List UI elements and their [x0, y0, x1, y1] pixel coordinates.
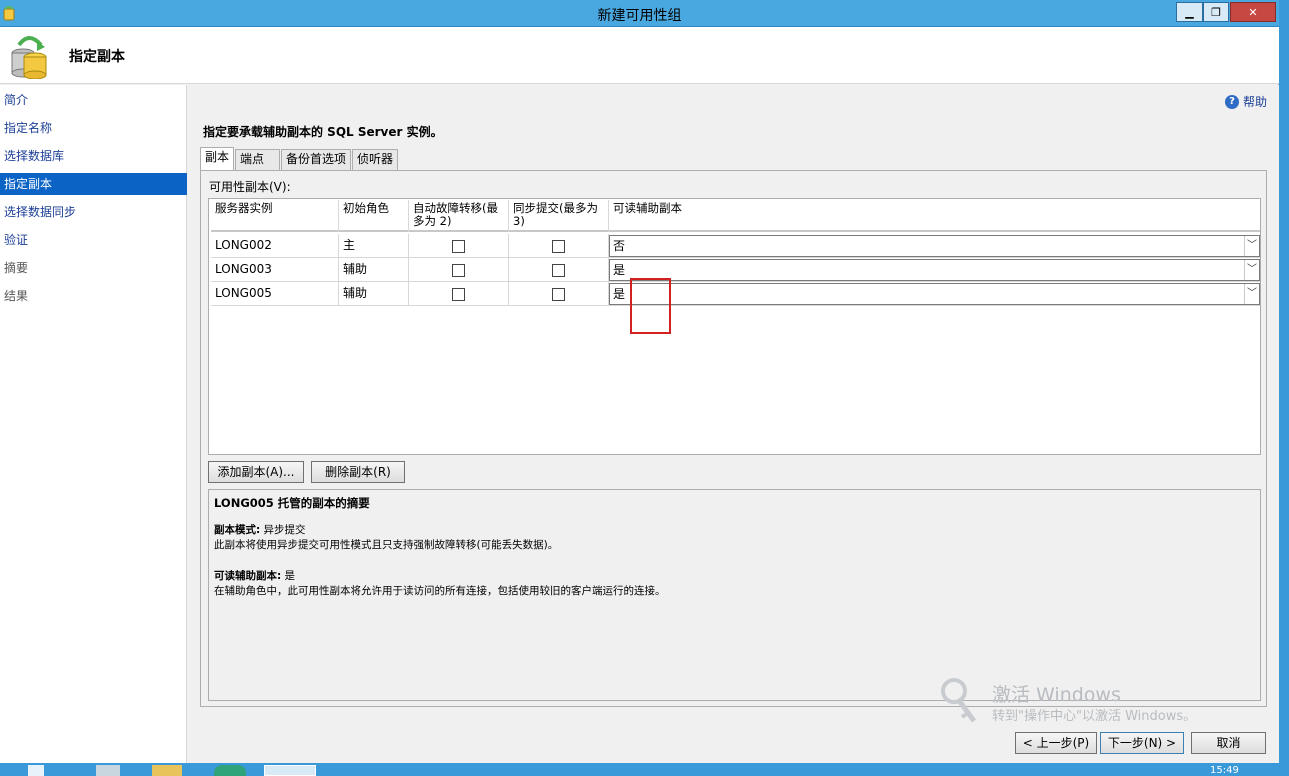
wizard-sidebar: 简介 指定名称 选择数据库 指定副本 选择数据同步 验证 摘要 结果 — [0, 85, 187, 763]
cell-role: 主 — [339, 234, 409, 258]
readable-secondary-value: 否 — [613, 239, 626, 253]
cell-auto-failover — [409, 234, 509, 258]
readable-secondary-value: 是 — [613, 263, 626, 277]
app-icon[interactable] — [214, 765, 246, 776]
title-bar: 新建可用性组 ▁ ❐ ✕ — [0, 0, 1279, 27]
main-content: ? 帮助 指定要承载辅助副本的 SQL Server 实例。 副本 端点 备份首… — [188, 85, 1279, 763]
header-sync-commit: 同步提交(最多为 3) — [509, 200, 609, 232]
close-button[interactable]: ✕ — [1230, 2, 1276, 22]
cell-auto-failover — [409, 282, 509, 306]
remove-replica-button[interactable]: 删除副本(R) — [311, 461, 405, 483]
replicas-tab-panel: 可用性副本(V): 服务器实例 初始角色 自动故障转移(最多为 2) 同步提交(… — [200, 170, 1267, 707]
sidebar-item-intro[interactable]: 简介 — [0, 89, 187, 111]
folder-icon[interactable] — [152, 765, 182, 776]
header-initial-role: 初始角色 — [339, 200, 409, 232]
restore-button[interactable]: ❐ — [1203, 2, 1229, 22]
cell-server: LONG005 — [211, 282, 339, 306]
tab-endpoints[interactable]: 端点 — [235, 149, 281, 170]
replicas-grid: 服务器实例 初始角色 自动故障转移(最多为 2) 同步提交(最多为 3) 可读辅… — [208, 198, 1261, 455]
chevron-down-icon[interactable]: ﹀ — [1244, 284, 1259, 304]
sidebar-item-specify-name[interactable]: 指定名称 — [0, 117, 187, 139]
table-row[interactable]: LONG003 辅助 是 ﹀ — [211, 258, 1260, 282]
cell-sync-commit — [509, 258, 609, 282]
readable-secondary-description: 在辅助角色中，此可用性副本将允许用于读访问的所有连接，包括使用较旧的客户端运行的… — [214, 585, 666, 597]
replica-mode-label: 副本模式: — [214, 524, 261, 536]
help-icon: ? — [1224, 94, 1239, 109]
tab-strip: 副本 端点 备份首选项 侦听器 — [200, 147, 399, 171]
cell-readable: 是 ﹀ — [609, 258, 1260, 282]
sidebar-item-specify-replicas[interactable]: 指定副本 — [0, 173, 187, 195]
summary-title: LONG005 托管的副本的摘要 — [214, 496, 370, 510]
table-row[interactable]: LONG002 主 否 ﹀ — [211, 234, 1260, 258]
previous-button[interactable]: < 上一步(P) — [1015, 732, 1097, 754]
chevron-down-icon[interactable]: ﹀ — [1244, 236, 1259, 256]
add-replica-button[interactable]: 添加副本(A)... — [208, 461, 304, 483]
header-readable-secondary: 可读辅助副本 — [613, 201, 682, 215]
clock: 15:49 — [1210, 765, 1239, 776]
replica-mode-description: 此副本将使用异步提交可用性模式且只支持强制故障转移(可能丢失数据)。 — [214, 539, 559, 551]
server-manager-icon[interactable] — [96, 765, 120, 776]
header-auto-failover: 自动故障转移(最多为 2) — [409, 200, 509, 232]
replica-mode-value: 异步提交 — [263, 524, 306, 536]
window-title: 新建可用性组 — [597, 8, 682, 24]
auto-failover-checkbox[interactable] — [452, 287, 465, 301]
readable-secondary-dropdown[interactable]: 是 ﹀ — [609, 283, 1260, 305]
readable-secondary-label: 可读辅助副本: — [214, 570, 282, 582]
key-icon — [941, 678, 977, 723]
next-button[interactable]: 下一步(N) > — [1100, 732, 1184, 754]
sidebar-item-summary: 摘要 — [4, 261, 29, 275]
cancel-button[interactable]: 取消 — [1191, 732, 1266, 754]
replica-summary-panel: LONG005 托管的副本的摘要 副本模式: 异步提交 此副本将使用异步提交可用… — [208, 489, 1261, 701]
minimize-button[interactable]: ▁ — [1176, 2, 1203, 22]
chevron-down-icon[interactable]: ﹀ — [1244, 260, 1259, 280]
readable-secondary-summary-value: 是 — [284, 570, 296, 582]
database-icon — [11, 36, 47, 79]
page-title: 指定副本 — [69, 49, 125, 65]
auto-failover-checkbox[interactable] — [452, 263, 465, 277]
tab-replicas[interactable]: 副本 — [200, 147, 235, 170]
desktop-background — [1279, 0, 1289, 763]
sidebar-item-select-databases[interactable]: 选择数据库 — [0, 145, 187, 167]
sync-commit-checkbox[interactable] — [552, 239, 565, 253]
cell-readable: 否 ﹀ — [609, 234, 1260, 258]
header-server-instance: 服务器实例 — [211, 200, 339, 232]
start-icon[interactable] — [28, 765, 44, 776]
cell-role: 辅助 — [339, 282, 409, 306]
cell-server: LONG003 — [211, 258, 339, 282]
cell-server: LONG002 — [211, 234, 339, 258]
help-link[interactable]: ? 帮助 — [1224, 93, 1267, 110]
taskbar: 15:49 — [0, 763, 1289, 776]
sidebar-item-results: 结果 — [4, 289, 29, 303]
grid-header: 服务器实例 初始角色 自动故障转移(最多为 2) 同步提交(最多为 3) 可读辅… — [211, 200, 1260, 232]
cell-sync-commit — [509, 282, 609, 306]
watermark-line1: 激活 Windows — [992, 684, 1121, 706]
readable-secondary-value: 是 — [613, 287, 626, 301]
help-label: 帮助 — [1242, 95, 1267, 109]
sync-commit-checkbox[interactable] — [552, 263, 565, 277]
watermark-line2: 转到"操作中心"以激活 Windows。 — [992, 709, 1197, 724]
wizard-header: 指定副本 — [0, 27, 1279, 84]
tab-backup-preferences[interactable]: 备份首选项 — [281, 149, 352, 170]
auto-failover-checkbox[interactable] — [452, 239, 465, 253]
wizard-window: 指定副本 简介 指定名称 选择数据库 指定副本 选择数据同步 验证 摘要 结果 … — [0, 27, 1279, 763]
cell-sync-commit — [509, 234, 609, 258]
cell-role: 辅助 — [339, 258, 409, 282]
wizard-taskbar-icon[interactable] — [264, 765, 316, 776]
sidebar-item-validation[interactable]: 验证 — [0, 229, 187, 251]
table-row[interactable]: LONG005 辅助 是 ﹀ — [211, 282, 1260, 306]
readable-secondary-dropdown[interactable]: 是 ﹀ — [609, 259, 1260, 281]
cell-auto-failover — [409, 258, 509, 282]
cell-readable: 是 ﹀ — [609, 282, 1260, 306]
instruction-text: 指定要承载辅助副本的 SQL Server 实例。 — [203, 125, 443, 139]
sidebar-item-data-sync[interactable]: 选择数据同步 — [0, 201, 187, 223]
tab-listener[interactable]: 侦听器 — [352, 149, 399, 170]
readable-secondary-dropdown[interactable]: 否 ﹀ — [609, 235, 1260, 257]
sync-commit-checkbox[interactable] — [552, 287, 565, 301]
available-replicas-label: 可用性副本(V): — [209, 180, 291, 194]
